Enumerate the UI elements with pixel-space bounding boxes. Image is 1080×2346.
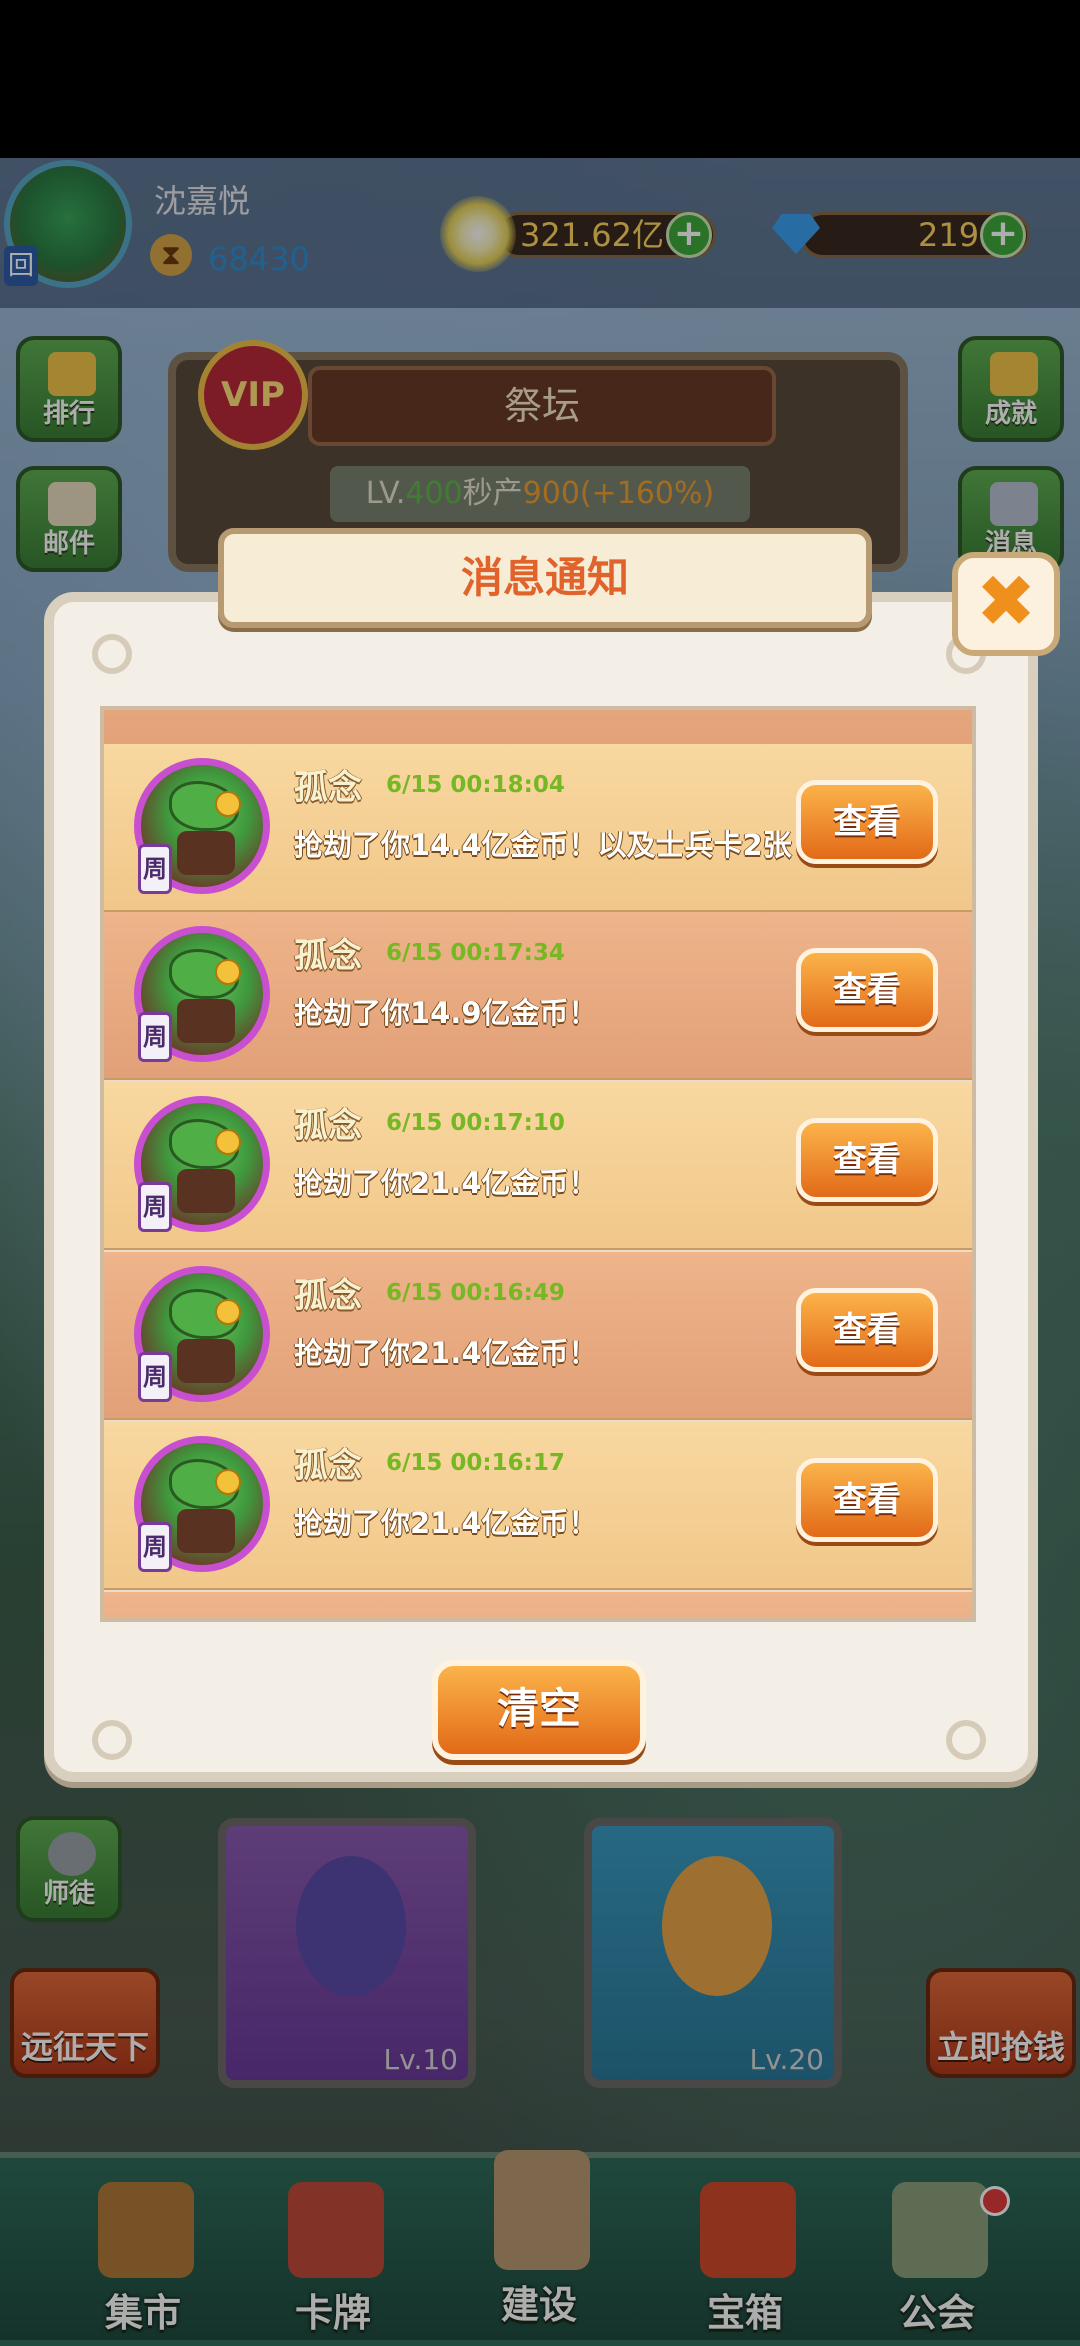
message-time: 6/15 00:16:17 [386,1450,565,1476]
message-text: 抢劫了你14.4亿金币！以及士兵卡2张 [294,828,792,862]
avatar-body [177,831,235,875]
view-button[interactable]: 查看 [796,1118,938,1202]
coin-icon [215,1469,241,1495]
coin-icon [215,1299,241,1325]
view-button[interactable]: 查看 [796,948,938,1032]
message-text: 抢劫了你14.9亿金币！ [294,996,598,1030]
sender-name: 孤念 [294,768,362,808]
view-button[interactable]: 查看 [796,1458,938,1542]
coin-icon [215,791,241,817]
week-tag: 周 [138,1182,172,1232]
message-time: 6/15 00:18:04 [386,772,565,798]
corner-decoration [92,634,132,674]
message-time: 6/15 00:16:49 [386,1280,565,1306]
avatar-body [177,1509,235,1553]
view-button[interactable]: 查看 [796,1288,938,1372]
clear-button[interactable]: 清空 [432,1660,646,1760]
list-item-partial [104,1592,972,1618]
avatar-body [177,1339,235,1383]
message-text: 抢劫了你21.4亿金币！ [294,1336,598,1370]
message-list[interactable]: 周 孤念 6/15 00:18:04 抢劫了你14.4亿金币！以及士兵卡2张 查… [100,706,976,1622]
list-item: 周 孤念 6/15 00:16:17 抢劫了你21.4亿金币！ 查看 [104,1422,972,1590]
week-tag: 周 [138,844,172,894]
avatar-body [177,1169,235,1213]
message-text: 抢劫了你21.4亿金币！ [294,1166,598,1200]
sender-name: 孤念 [294,1276,362,1316]
coin-icon [215,959,241,985]
avatar-body [177,999,235,1043]
view-button[interactable]: 查看 [796,780,938,864]
sender-name: 孤念 [294,936,362,976]
week-tag: 周 [138,1522,172,1572]
sender-name: 孤念 [294,1446,362,1486]
list-item: 周 孤念 6/15 00:16:49 抢劫了你21.4亿金币！ 查看 [104,1252,972,1420]
corner-decoration [946,1720,986,1760]
list-item: 周 孤念 6/15 00:17:34 抢劫了你14.9亿金币！ 查看 [104,912,972,1080]
modal-title: 消息通知 [460,553,629,602]
sender-name: 孤念 [294,1106,362,1146]
coin-icon [215,1129,241,1155]
list-item: 周 孤念 6/15 00:17:10 抢劫了你21.4亿金币！ 查看 [104,1082,972,1250]
message-time: 6/15 00:17:34 [386,940,565,966]
message-text: 抢劫了你21.4亿金币！ [294,1506,598,1540]
corner-decoration [92,1720,132,1760]
message-time: 6/15 00:17:10 [386,1110,565,1136]
week-tag: 周 [138,1012,172,1062]
list-item: 周 孤念 6/15 00:18:04 抢劫了你14.4亿金币！以及士兵卡2张 查… [104,744,972,912]
week-tag: 周 [138,1352,172,1402]
close-button[interactable]: ✖ [952,552,1060,656]
